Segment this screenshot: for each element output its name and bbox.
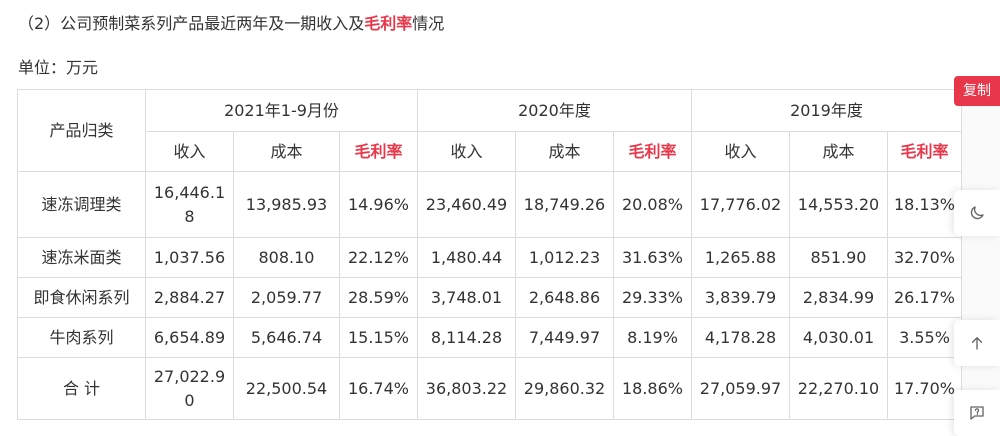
data-cell: 22,500.54	[233, 357, 340, 420]
data-cell: 18.86%	[613, 357, 692, 420]
table-row: 速冻调理类 16,446.18 13,985.93 14.96% 23,460.…	[17, 171, 962, 238]
data-cell: 2,648.86	[515, 277, 614, 318]
data-cell: 3.55%	[887, 317, 962, 358]
row-header-cell: 产品归类	[17, 89, 146, 172]
feedback-button[interactable]	[954, 390, 1000, 436]
data-cell: 22,270.10	[789, 357, 888, 420]
heading-text: 公司预制菜系列产品最近两年及一期收入及	[60, 14, 365, 33]
sub-header-revenue: 收入	[145, 131, 234, 172]
data-cell: 32.70%	[887, 237, 962, 278]
data-cell: 8.19%	[613, 317, 692, 358]
data-cell: 1,012.23	[515, 237, 614, 278]
table-row: 即食休闲系列 2,884.27 2,059.77 28.59% 3,748.01…	[17, 277, 962, 318]
period-header-row: 产品归类 2021年1-9月份 2020年度 2019年度	[17, 89, 962, 172]
data-cell: 18,749.26	[515, 171, 614, 238]
period-header: 2019年度	[691, 89, 962, 132]
sidebar-strip	[962, 106, 1000, 432]
sub-header-cost: 成本	[789, 131, 888, 172]
data-cell: 3,748.01	[417, 277, 516, 318]
data-cell: 2,884.27	[145, 277, 234, 318]
table-row: 速冻米面类 1,037.56 808.10 22.12% 1,480.44 1,…	[17, 237, 962, 278]
heading-highlight: 毛利率	[364, 14, 413, 33]
data-cell: 2,834.99	[789, 277, 888, 318]
data-cell: 28.59%	[339, 277, 418, 318]
data-cell: 13,985.93	[233, 171, 340, 238]
sub-header-margin: 毛利率	[339, 131, 418, 172]
sub-header-revenue: 收入	[691, 131, 790, 172]
data-cell: 17,776.02	[691, 171, 790, 238]
data-cell: 8,114.28	[417, 317, 516, 358]
data-cell: 27,022.90	[145, 357, 234, 420]
feedback-icon	[970, 406, 984, 420]
data-cell: 36,803.22	[417, 357, 516, 420]
copy-button[interactable]: 复制	[954, 76, 1000, 106]
data-cell: 4,030.01	[789, 317, 888, 358]
arrow-up-icon	[971, 337, 983, 350]
data-cell: 851.90	[789, 237, 888, 278]
back-to-top-button[interactable]	[954, 320, 1000, 366]
period-header: 2021年1-9月份	[145, 89, 418, 132]
sub-header-row: 收入 成本 毛利率 收入 成本 毛利率 收入 成本 毛利率	[18, 131, 962, 172]
data-cell: 16.74%	[339, 357, 418, 420]
data-cell: 3,839.79	[691, 277, 790, 318]
table-row: 牛肉系列 6,654.89 5,646.74 15.15% 8,114.28 7…	[17, 317, 962, 358]
moon-icon	[970, 206, 984, 220]
heading-prefix: （2）	[18, 14, 61, 33]
heading-suffix: 情况	[412, 14, 445, 33]
data-cell: 5,646.74	[233, 317, 340, 358]
data-cell: 29,860.32	[515, 357, 614, 420]
data-cell: 14,553.20	[789, 171, 888, 238]
data-cell: 22.12%	[339, 237, 418, 278]
data-cell: 16,446.18	[145, 171, 234, 238]
category-cell: 牛肉系列	[17, 317, 146, 358]
revenue-margin-table: 产品归类 2021年1-9月份 2020年度 2019年度 收入 成本 毛利率 …	[17, 89, 962, 420]
data-cell: 23,460.49	[417, 171, 516, 238]
data-cell: 15.15%	[339, 317, 418, 358]
data-cell: 20.08%	[613, 171, 692, 238]
data-cell: 26.17%	[887, 277, 962, 318]
data-cell: 7,449.97	[515, 317, 614, 358]
sub-header-revenue: 收入	[417, 131, 516, 172]
data-cell: 808.10	[233, 237, 340, 278]
table-total-row: 合 计 27,022.90 22,500.54 16.74% 36,803.22…	[17, 357, 962, 420]
section-heading: （2）公司预制菜系列产品最近两年及一期收入及毛利率情况	[18, 10, 444, 34]
sub-header-margin: 毛利率	[613, 131, 692, 172]
sub-header-cost: 成本	[233, 131, 340, 172]
category-cell: 速冻米面类	[17, 237, 146, 278]
data-cell: 1,037.56	[145, 237, 234, 278]
category-cell: 合 计	[17, 357, 146, 420]
data-cell: 1,480.44	[417, 237, 516, 278]
dark-mode-button[interactable]	[954, 190, 1000, 236]
data-cell: 18.13%	[887, 171, 962, 238]
data-cell: 29.33%	[613, 277, 692, 318]
category-cell: 速冻调理类	[17, 171, 146, 238]
data-cell: 6,654.89	[145, 317, 234, 358]
sub-header-cost: 成本	[515, 131, 614, 172]
sub-header-margin: 毛利率	[887, 131, 962, 172]
data-cell: 31.63%	[613, 237, 692, 278]
data-cell: 4,178.28	[691, 317, 790, 358]
period-header: 2020年度	[417, 89, 692, 132]
data-cell: 2,059.77	[233, 277, 340, 318]
data-cell: 1,265.88	[691, 237, 790, 278]
data-cell: 17.70%	[887, 357, 962, 420]
unit-label: 单位：万元	[18, 58, 99, 77]
data-cell: 14.96%	[339, 171, 418, 238]
category-cell: 即食休闲系列	[17, 277, 146, 318]
data-cell: 27,059.97	[691, 357, 790, 420]
